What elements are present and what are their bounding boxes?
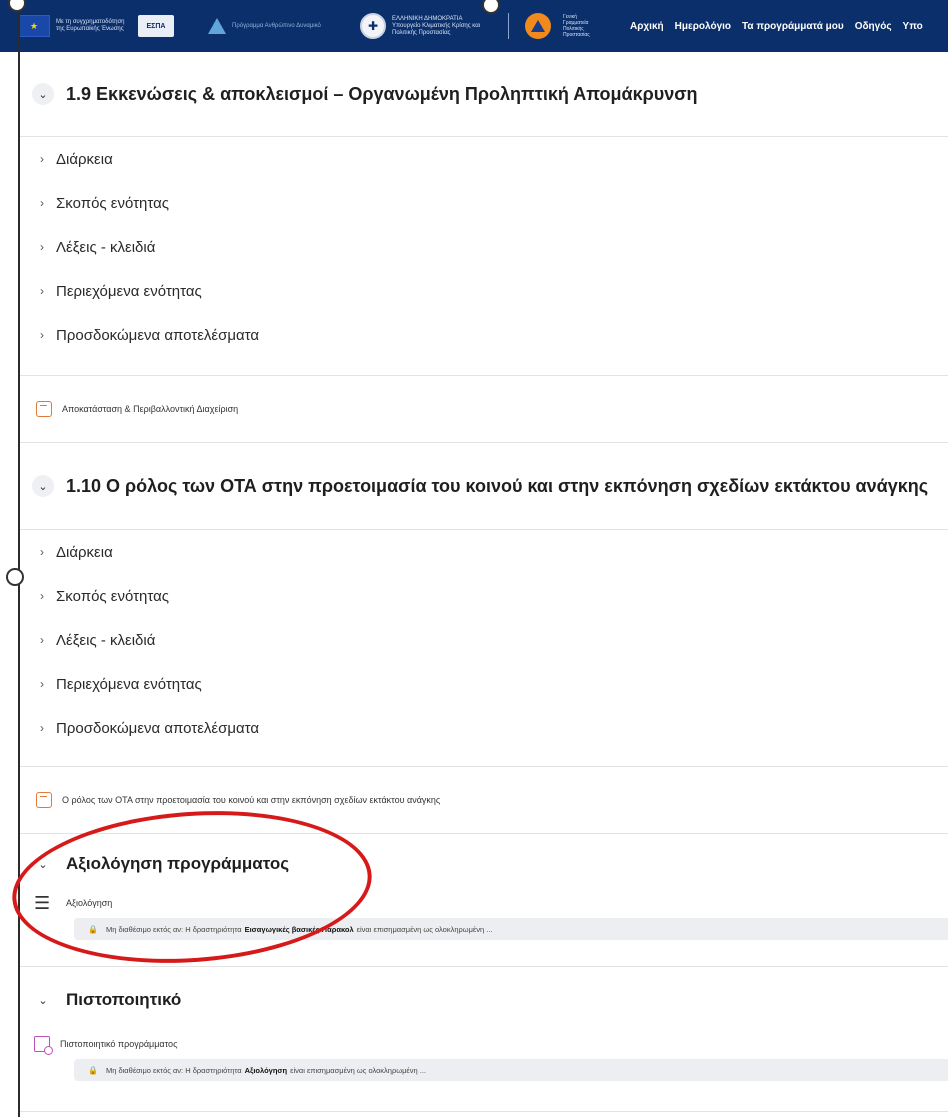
ministry-logo[interactable]: ✚ ΕΛΛΗΝΙΚΗ ΔΗΜΟΚΡΑΤΙΑ Υπουργείο Κλιματικ… xyxy=(360,13,590,39)
program-logo-text: Πρόγραμμα Ανθρώπινο Δυναμικό xyxy=(232,22,321,29)
item-label: Σκοπός ενότητας xyxy=(56,194,170,212)
activity-evaluation[interactable]: ☰ Αξιολόγηση 🔒 Μη διαθέσιμο εκτός αν: Η … xyxy=(20,892,948,940)
collapsible-item[interactable]: › Περιεχόμενα ενότητας xyxy=(20,662,948,706)
nav-my-programs[interactable]: Τα προγράμματά μου xyxy=(742,21,844,32)
nav-home[interactable]: Αρχική xyxy=(630,21,664,32)
section-header[interactable]: ⌄ Πιστοποιητικό xyxy=(20,967,948,1033)
civil-protection-icon xyxy=(525,13,551,39)
chevron-right-icon: › xyxy=(40,328,44,342)
eu-flag-icon: ★ xyxy=(18,15,50,37)
restriction-text: είναι επισημασμένη ως ολοκληρωμένη ... xyxy=(290,1065,427,1075)
section-header[interactable]: ⌄ 1.10 Ο ρόλος των ΟΤΑ στην προετοιμασία… xyxy=(20,443,948,529)
divider xyxy=(20,833,948,834)
chevron-down-icon[interactable]: ⌄ xyxy=(32,853,54,875)
section-title: Πιστοποιητικό xyxy=(66,990,182,1009)
restriction-notice: 🔒 Μη διαθέσιμο εκτός αν: Η δραστηριότητα… xyxy=(74,1059,948,1081)
certificate-icon xyxy=(34,1036,53,1055)
collapsible-item[interactable]: › Σκοπός ενότητας xyxy=(20,574,948,618)
activity-title: Πιστοποιητικό προγράμματος xyxy=(60,1039,178,1049)
chevron-right-icon: › xyxy=(40,633,44,647)
nav-guide[interactable]: Οδηγός xyxy=(855,21,892,32)
resource-link[interactable]: Αποκατάσταση & Περιβαλλοντική Διαχείριση xyxy=(20,376,948,442)
greek-seal-icon: ✚ xyxy=(360,13,386,39)
section-header[interactable]: ⌄ 1.9 Εκκενώσεις & αποκλεισμοί – Οργανωμ… xyxy=(20,52,948,136)
ministry-logo-text: ΕΛΛΗΝΙΚΗ ΔΗΜΟΚΡΑΤΙΑ Υπουργείο Κλιματικής… xyxy=(392,15,481,36)
triangle-logo-icon xyxy=(208,18,226,34)
chevron-right-icon: › xyxy=(40,545,44,559)
espa-logo: ΕΣΠΑ xyxy=(138,15,174,37)
header-divider xyxy=(508,13,509,39)
eu-logo[interactable]: ★ Με τη συγχρηματοδότηση της Ευρωπαϊκής … xyxy=(18,15,174,37)
item-label: Διάρκεια xyxy=(56,150,113,168)
chevron-right-icon: › xyxy=(40,589,44,603)
item-label: Προσδοκώμενα αποτελέσματα xyxy=(56,326,260,344)
main-nav: Αρχική Ημερολόγιο Τα προγράμματά μου Οδη… xyxy=(630,0,923,52)
chevron-right-icon: › xyxy=(40,152,44,166)
activity-title: Αξιολόγηση xyxy=(66,898,113,908)
chevron-right-icon: › xyxy=(40,284,44,298)
section-title: 1.9 Εκκενώσεις & αποκλεισμοί – Οργανωμέν… xyxy=(66,83,698,104)
resource-link[interactable]: Ο ρόλος των ΟΤΑ στην προετοιμασία του κο… xyxy=(20,767,948,833)
chevron-down-icon[interactable]: ⌄ xyxy=(32,989,54,1011)
item-label: Περιεχόμενα ενότητας xyxy=(56,282,202,300)
divider xyxy=(20,1111,948,1112)
package-icon xyxy=(36,792,52,808)
section-header[interactable]: ⌄ Αξιολόγηση προγράμματος xyxy=(20,836,948,892)
chevron-right-icon: › xyxy=(40,677,44,691)
checklist-icon: ☰ xyxy=(34,893,51,913)
item-label: Προσδοκώμενα αποτελέσματα xyxy=(56,719,260,737)
chevron-down-icon[interactable]: ⌄ xyxy=(32,83,54,105)
chevron-right-icon: › xyxy=(40,721,44,735)
chevron-right-icon: › xyxy=(40,196,44,210)
section-title: Αξιολόγηση προγράμματος xyxy=(66,854,290,873)
restriction-activity-link[interactable]: Εισαγωγικές βασικές Παρακολ xyxy=(245,925,354,934)
collapsible-item[interactable]: › Σκοπός ενότητας xyxy=(20,181,948,225)
collapsible-item[interactable]: › Προσδοκώμενα αποτελέσματα xyxy=(20,313,948,357)
item-label: Περιεχόμενα ενότητας xyxy=(56,675,202,693)
item-label: Σκοπός ενότητας xyxy=(56,587,170,605)
resource-title: Ο ρόλος των ΟΤΑ στην προετοιμασία του κο… xyxy=(62,795,441,805)
collapsible-item[interactable]: › Λέξεις - κλειδιά xyxy=(20,618,948,662)
lock-icon: 🔒 xyxy=(88,924,98,934)
program-logo[interactable]: Πρόγραμμα Ανθρώπινο Δυναμικό xyxy=(208,18,322,34)
collapsible-item[interactable]: › Λέξεις - κλειδιά xyxy=(20,225,948,269)
civil-protection-text: Γενική Γραμματεία Πολιτικής Προστασίας xyxy=(563,14,590,38)
restriction-text: είναι επισημασμένη ως ολοκληρωμένη ... xyxy=(356,924,493,934)
collapsible-item[interactable]: › Διάρκεια xyxy=(20,137,948,181)
activity-certificate[interactable]: Πιστοποιητικό προγράμματος 🔒 Μη διαθέσιμ… xyxy=(20,1033,948,1081)
chevron-right-icon: › xyxy=(40,240,44,254)
item-label: Λέξεις - κλειδιά xyxy=(56,631,156,649)
lock-icon: 🔒 xyxy=(88,1065,98,1075)
collapsible-item[interactable]: › Διάρκεια xyxy=(20,530,948,574)
eu-logo-text: Με τη συγχρηματοδότηση της Ευρωπαϊκής Έν… xyxy=(56,19,125,32)
restriction-notice: 🔒 Μη διαθέσιμο εκτός αν: Η δραστηριότητα… xyxy=(74,918,948,940)
item-label: Διάρκεια xyxy=(56,543,113,561)
collapsible-item[interactable]: › Προσδοκώμενα αποτελέσματα xyxy=(20,706,948,750)
restriction-text: Μη διαθέσιμο εκτός αν: Η δραστηριότητα xyxy=(105,1065,242,1075)
course-content: ⌄ 1.9 Εκκενώσεις & αποκλεισμοί – Οργανωμ… xyxy=(20,52,948,1112)
resource-title: Αποκατάσταση & Περιβαλλοντική Διαχείριση xyxy=(62,404,239,414)
nav-calendar[interactable]: Ημερολόγιο xyxy=(675,21,731,32)
nav-more[interactable]: Υπο xyxy=(903,21,923,32)
restriction-text: Μη διαθέσιμο εκτός αν: Η δραστηριότητα xyxy=(105,924,242,934)
collapsible-item[interactable]: › Περιεχόμενα ενότητας xyxy=(20,269,948,313)
restriction-activity-link[interactable]: Αξιολόγηση xyxy=(245,1066,288,1075)
site-header: ★ Με τη συγχρηματοδότηση της Ευρωπαϊκής … xyxy=(0,0,948,52)
package-icon xyxy=(36,401,52,417)
chevron-down-icon[interactable]: ⌄ xyxy=(32,475,54,497)
section-title: 1.10 Ο ρόλος των ΟΤΑ στην προετοιμασία τ… xyxy=(66,475,929,496)
item-label: Λέξεις - κλειδιά xyxy=(56,238,156,256)
